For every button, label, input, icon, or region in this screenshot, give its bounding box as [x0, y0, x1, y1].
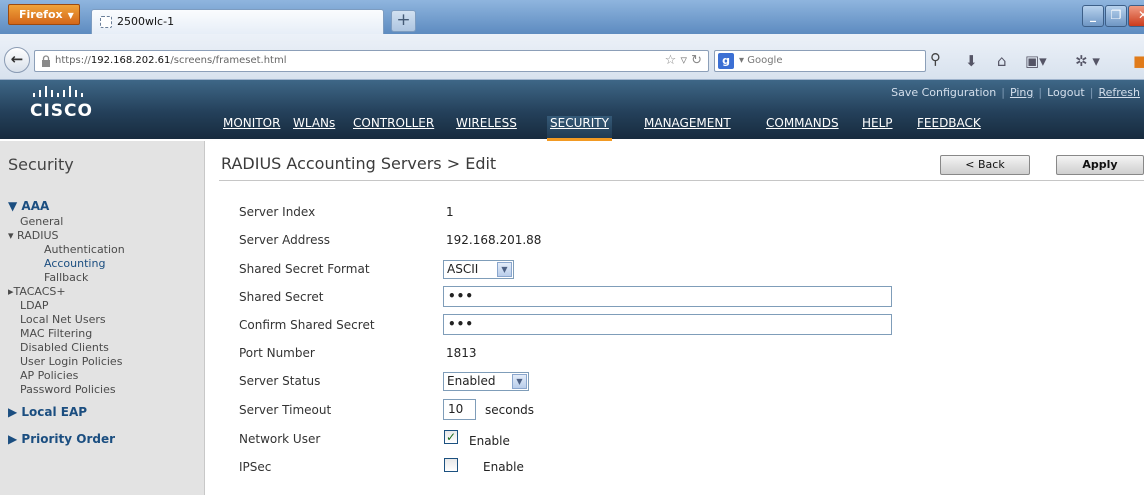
ipsec-label: IPSec [239, 460, 272, 474]
menu-wireless[interactable]: WIRELESS [453, 116, 520, 139]
google-icon: g [718, 53, 734, 69]
confirm-secret-input[interactable]: ••• [443, 314, 892, 335]
sidebar-item-fallback[interactable]: Fallback [44, 271, 88, 284]
server-address-label: Server Address [239, 233, 330, 247]
ping-link[interactable]: Ping [1010, 86, 1033, 99]
cisco-logo-text: CISCO [30, 101, 93, 121]
triangle-right-icon: ▶ [8, 405, 22, 419]
menu-help[interactable]: HELP [859, 116, 896, 139]
minimize-button[interactable]: _ [1082, 5, 1104, 27]
refresh-link[interactable]: Refresh [1098, 86, 1140, 99]
address-bar[interactable]: https://192.168.202.61/screens/frameset.… [34, 50, 709, 72]
sidebar-item-local-eap[interactable]: ▶ Local EAP [8, 405, 87, 419]
sidebar-item-accounting[interactable]: Accounting [44, 257, 105, 270]
firefox-menu-button[interactable]: Firefox ▼ [8, 4, 80, 25]
menu-commands[interactable]: COMMANDS [763, 116, 842, 139]
triangle-down-icon: ▼ [8, 199, 22, 213]
restore-button[interactable]: ❐ [1105, 5, 1127, 27]
extension-icon[interactable]: ■ [1133, 52, 1144, 70]
logout-link[interactable]: Logout [1047, 86, 1085, 99]
sidebar-title: Security [8, 155, 74, 174]
sidebar-item-aaa[interactable]: ▼ AAA [8, 199, 49, 213]
apply-button[interactable]: Apply [1056, 155, 1144, 175]
triangle-down-icon: ▾ [8, 229, 18, 242]
home-icon[interactable]: ⌂ [997, 52, 1007, 70]
page-favicon-icon [100, 16, 112, 28]
server-status-label: Server Status [239, 374, 321, 388]
download-icon[interactable]: ⬇ [965, 52, 978, 70]
caret-down-icon: ▼ [67, 11, 74, 20]
sidebar-item-general[interactable]: General [20, 215, 63, 228]
tab-title: 2500wlc-1 [117, 15, 175, 28]
cisco-header: CISCO Save Configuration | Ping | Logout | Ref… [0, 80, 1144, 141]
network-user-enable-label: Enable [469, 434, 510, 448]
cisco-logo-icon [33, 86, 83, 97]
port-number-value: 1813 [446, 346, 477, 360]
sidebar-item-user-login-policies[interactable]: User Login Policies [20, 355, 122, 368]
chevron-down-icon: ▼ [512, 374, 527, 389]
close-window-button[interactable]: ✕ [1128, 5, 1144, 27]
server-timeout-label: Server Timeout [239, 403, 332, 417]
sidebar-item-tacacs[interactable]: ▸TACACS+ [8, 285, 66, 298]
bookmark-star-icon[interactable]: ☆ ▿ ↻ [665, 53, 702, 68]
network-user-checkbox[interactable]: ✓ [444, 430, 458, 444]
shared-secret-input[interactable]: ••• [443, 286, 892, 307]
browser-titlebar: Firefox ▼ 2500wlc-1 + _ ❐ ✕ [0, 0, 1144, 34]
ipsec-enable-label: Enable [483, 460, 524, 474]
confirm-secret-label: Confirm Shared Secret [239, 318, 375, 332]
search-placeholder: ▾ Google [739, 55, 783, 66]
sidebar: Security ▼ AAA General ▾ RADIUS Authenti… [0, 141, 205, 495]
sidebar-item-authentication[interactable]: Authentication [44, 243, 125, 256]
browser-back-button[interactable]: ← [4, 47, 30, 73]
secret-format-select[interactable]: ASCII ▼ [443, 260, 514, 279]
search-bar[interactable]: g ▾ Google [714, 50, 926, 72]
navigation-toolbar: ← https://192.168.202.61/screens/framese… [0, 34, 1144, 80]
secret-format-value: ASCII [447, 262, 479, 276]
addon-icon[interactable]: ✲ ▾ [1075, 52, 1100, 70]
lock-icon [42, 55, 50, 67]
firefox-menu-label: Firefox [19, 8, 63, 21]
server-status-value: Enabled [447, 374, 496, 388]
menu-feedback[interactable]: FEEDBACK [914, 116, 984, 139]
menu-security[interactable]: SECURITY [547, 116, 612, 141]
chevron-down-icon: ▼ [497, 262, 512, 277]
url-text: https://192.168.202.61/screens/frameset.… [55, 55, 287, 66]
server-index-value: 1 [446, 205, 454, 219]
server-address-value: 192.168.201.88 [446, 233, 542, 247]
sidebar-item-ldap[interactable]: LDAP [20, 299, 49, 312]
ipsec-checkbox[interactable] [444, 458, 458, 472]
sidebar-item-ap-policies[interactable]: AP Policies [20, 369, 78, 382]
server-status-select[interactable]: Enabled ▼ [443, 372, 529, 391]
new-tab-button[interactable]: + [391, 10, 416, 32]
menu-controller[interactable]: CONTROLLER [350, 116, 437, 139]
sidebar-item-password-policies[interactable]: Password Policies [20, 383, 116, 396]
sidebar-item-priority-order[interactable]: ▶ Priority Order [8, 432, 115, 446]
timeout-unit: seconds [485, 403, 535, 417]
shared-secret-label: Shared Secret [239, 290, 324, 304]
secret-format-label: Shared Secret Format [239, 262, 370, 276]
browser-tab[interactable]: 2500wlc-1 [91, 9, 384, 34]
sidebar-item-radius[interactable]: ▾ RADIUS [8, 229, 59, 242]
menu-management[interactable]: MANAGEMENT [641, 116, 734, 139]
sidebar-item-mac-filtering[interactable]: MAC Filtering [20, 327, 92, 340]
bookmarks-icon[interactable]: ▣▾ [1025, 52, 1047, 70]
top-links: Save Configuration | Ping | Logout | Refresh [891, 86, 1140, 99]
menu-monitor[interactable]: MONITOR [220, 116, 283, 139]
server-index-label: Server Index [239, 205, 316, 219]
search-icon[interactable]: ⚲ [930, 50, 941, 68]
triangle-right-icon: ▶ [8, 432, 22, 446]
sidebar-item-local-net-users[interactable]: Local Net Users [20, 313, 106, 326]
menu-wlans[interactable]: WLANs [290, 116, 338, 139]
back-button[interactable]: < Back [940, 155, 1030, 175]
sidebar-item-disabled-clients[interactable]: Disabled Clients [20, 341, 109, 354]
save-configuration-link[interactable]: Save Configuration [891, 86, 996, 99]
page-title: RADIUS Accounting Servers > Edit [221, 154, 497, 173]
network-user-label: Network User [239, 432, 321, 446]
server-timeout-input[interactable]: 10 [443, 399, 476, 420]
title-divider [219, 180, 1144, 181]
port-number-label: Port Number [239, 346, 315, 360]
